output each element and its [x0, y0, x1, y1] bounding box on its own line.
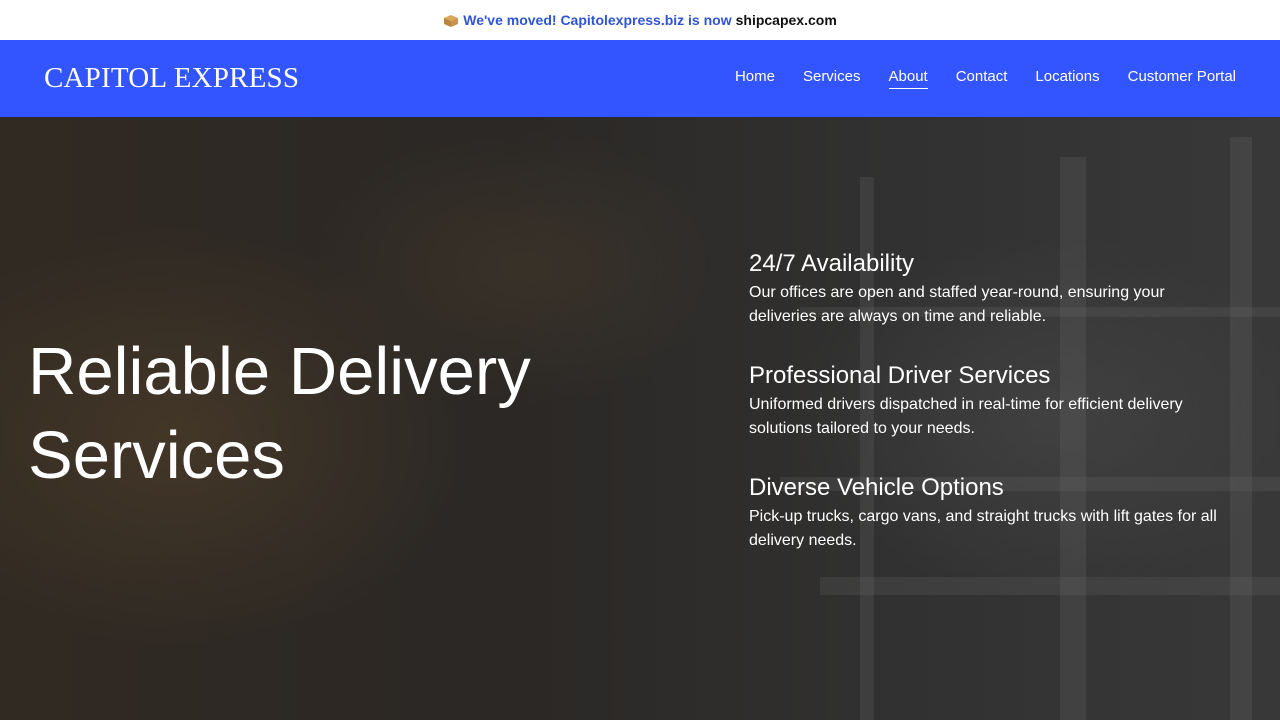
hero-headline: Reliable Delivery Services	[28, 334, 531, 493]
nav-locations[interactable]: Locations	[1035, 68, 1099, 89]
feature-text: Uniformed drivers dispatched in real-tim…	[749, 396, 1183, 437]
feature-item: Professional Driver Services Uniformed d…	[749, 359, 1219, 441]
feature-item: 24/7 Availability Our offices are open a…	[749, 247, 1219, 329]
main-nav: Home Services About Contact Locations Cu…	[707, 68, 1236, 89]
feature-text: Our offices are open and staffed year-ro…	[749, 284, 1165, 325]
nav-about[interactable]: About	[888, 68, 928, 89]
hero-section: Reliable Delivery Services 24/7 Availabi…	[0, 117, 1280, 720]
announcement-domain: shipcapex.com	[735, 12, 837, 28]
site-logo[interactable]: CAPITOL EXPRESS	[44, 62, 299, 95]
nav-services[interactable]: Services	[803, 68, 861, 89]
feature-text: Pick-up trucks, cargo vans, and straight…	[749, 508, 1217, 549]
package-icon	[443, 14, 459, 28]
announcement-bar: We've moved! Capitolexpress.biz is now s…	[0, 0, 1280, 40]
nav-contact[interactable]: Contact	[956, 68, 1008, 89]
feature-title: 24/7 Availability	[749, 250, 914, 277]
feature-item: Diverse Vehicle Options Pick-up trucks, …	[749, 471, 1219, 553]
nav-home[interactable]: Home	[735, 68, 775, 89]
feature-list: 24/7 Availability Our offices are open a…	[749, 247, 1219, 583]
nav-customer-portal[interactable]: Customer Portal	[1128, 68, 1236, 89]
site-header: CAPITOL EXPRESS Home Services About Cont…	[0, 40, 1280, 117]
announcement-link[interactable]: We've moved! Capitolexpress.biz is now	[463, 12, 731, 28]
feature-title: Diverse Vehicle Options	[749, 474, 1004, 501]
feature-title: Professional Driver Services	[749, 362, 1051, 389]
